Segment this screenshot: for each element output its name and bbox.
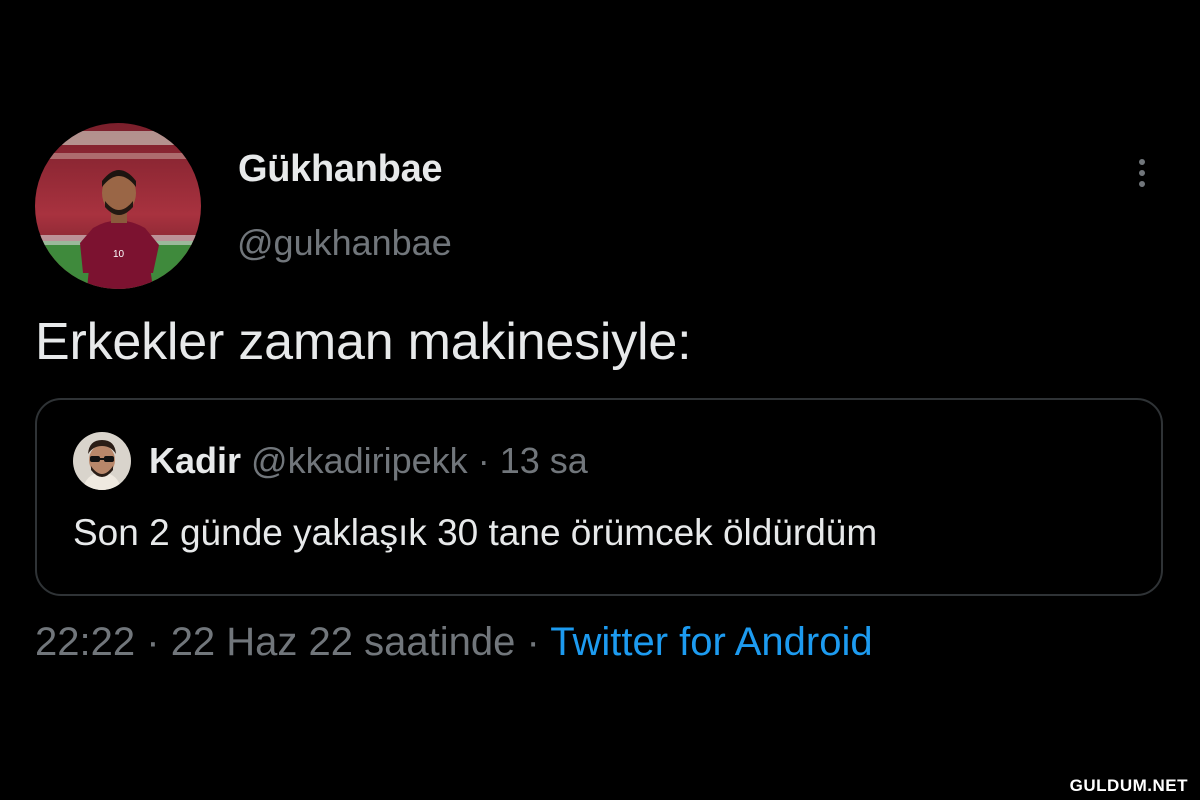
tweet-date[interactable]: 22 Haz 22 saatinde <box>171 620 516 664</box>
more-dot <box>1139 181 1145 187</box>
tweet-text: Erkekler zaman makinesiyle: <box>35 313 692 371</box>
meta-separator: · <box>146 620 160 664</box>
quoted-tweet-card[interactable]: Kadir @kkadiripekk · 13 sa Son 2 günde y… <box>35 398 1163 596</box>
author-handle[interactable]: @gukhanbae <box>237 222 452 264</box>
quoted-author-handle[interactable]: @kkadiripekk <box>251 440 468 481</box>
author-avatar[interactable]: 10 <box>35 123 201 289</box>
tweet-source-link[interactable]: Twitter for Android <box>550 620 872 664</box>
quoted-author-avatar[interactable] <box>73 432 131 490</box>
author-avatar-image: 10 <box>35 123 201 289</box>
quoted-tweet-header: Kadir @kkadiripekk · 13 sa <box>149 440 588 482</box>
quoted-author-avatar-image <box>73 432 131 490</box>
author-display-name[interactable]: Gükhanbae <box>238 148 443 191</box>
quoted-tweet-text: Son 2 günde yaklaşık 30 tane örümcek öld… <box>73 512 878 553</box>
svg-text:10: 10 <box>113 249 125 260</box>
tweet-time[interactable]: 22:22 <box>35 620 135 664</box>
watermark: GULDUM.NET <box>1069 776 1188 795</box>
more-options-icon[interactable] <box>1124 150 1160 196</box>
more-dot <box>1139 170 1145 176</box>
quoted-separator: · <box>477 440 490 481</box>
quoted-author-name[interactable]: Kadir <box>149 440 241 481</box>
tweet-metadata: 22:22 · 22 Haz 22 saatinde · Twitter for… <box>35 620 873 665</box>
quoted-timestamp[interactable]: 13 sa <box>500 440 588 481</box>
more-dot <box>1139 159 1145 165</box>
meta-separator: · <box>526 620 540 664</box>
